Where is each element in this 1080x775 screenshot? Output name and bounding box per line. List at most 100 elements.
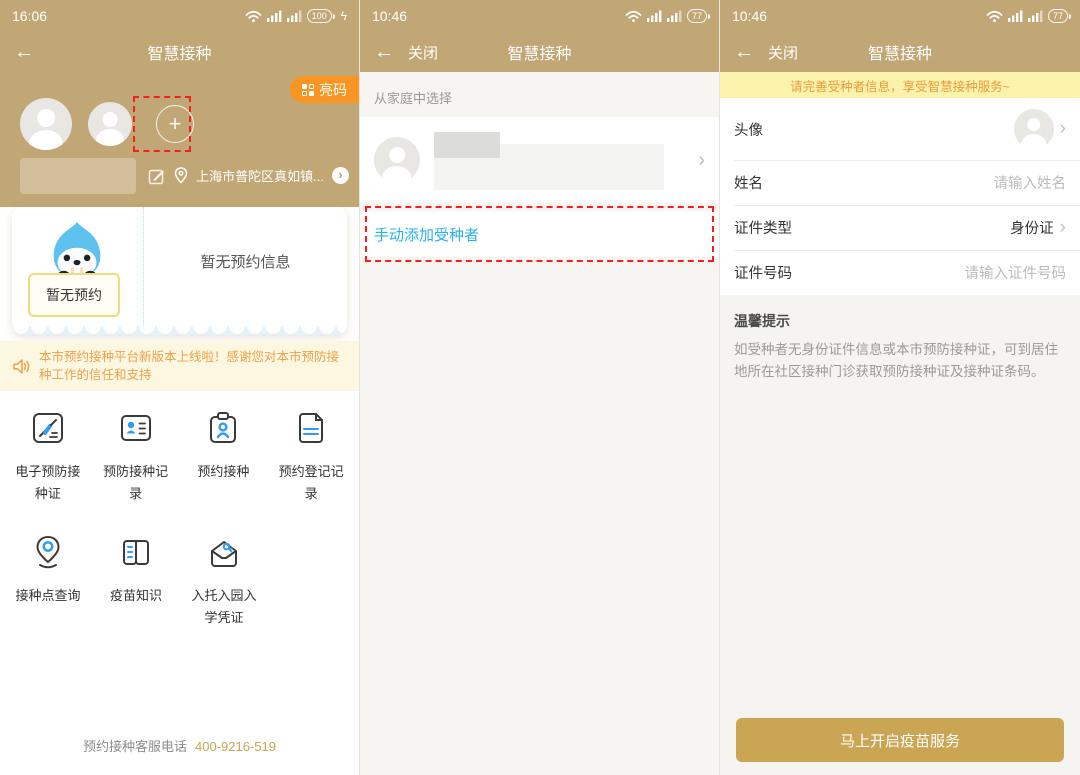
menu-label: 预约登记记录	[277, 461, 345, 505]
no-appointment-sign: 暂无预约	[28, 273, 120, 317]
chevron-right-icon: ›	[1060, 118, 1066, 140]
status-bar: 10:46 77	[360, 0, 719, 32]
location-chevron-icon[interactable]: ›	[332, 167, 349, 184]
screen-select-member: 10:46 77 智慧接种 ← 关闭 从家庭中选择 › 手动添加受种者	[360, 0, 720, 775]
battery-percent: 77	[692, 11, 702, 21]
menu-label: 接种点查询	[14, 585, 82, 607]
avatar-label: 头像	[734, 119, 763, 140]
form-row-id-type[interactable]: 证件类型 身份证 ›	[720, 205, 1080, 250]
menu-item-booking-records[interactable]: 预约登记记录	[267, 407, 355, 505]
chevron-right-icon: ›	[1060, 217, 1066, 239]
wifi-icon	[245, 10, 262, 23]
menu-label: 预约接种	[189, 461, 257, 483]
recipient-form: 头像 › 姓名 请输入姓名 证件类型 身份证 › 证件号码 请输入证件号码	[720, 98, 1080, 295]
redacted-username	[20, 158, 136, 194]
battery-icon: 77	[687, 9, 707, 23]
home-header: 亮码 + 上海市普陀区真如镇... ›	[0, 72, 359, 207]
highlight-box-add-member	[133, 96, 191, 152]
start-vaccine-service-button[interactable]: 马上开启疫苗服务	[736, 718, 1064, 762]
menu-item-vaccine-knowledge[interactable]: 疫苗知识	[92, 531, 180, 629]
speaker-icon	[12, 358, 31, 375]
edit-icon[interactable]	[148, 167, 166, 185]
no-appointment-message: 暂无预约信息	[144, 207, 347, 325]
signal-icon-2	[1028, 10, 1043, 22]
notice-bar: 请完善受种者信息，享受智慧接种服务~	[720, 72, 1080, 98]
manual-add-row[interactable]: 手动添加受种者	[360, 211, 719, 257]
announcement-bar[interactable]: 本市预约接种平台新版本上线啦！感谢您对本市预防接种工作的信任和支持	[0, 341, 359, 391]
signal-icon	[647, 10, 662, 22]
map-pin-icon	[27, 531, 69, 573]
location-pin-icon	[174, 167, 188, 184]
signal-icon-2	[667, 10, 682, 22]
clock: 16:06	[12, 8, 47, 24]
charging-icon: ϟ	[341, 9, 347, 23]
menu-label: 疫苗知识	[102, 585, 170, 607]
nav-bar: 智慧接种 ←	[0, 32, 359, 72]
menu-item-school-entry-cert[interactable]: 入托入园入学凭证	[180, 531, 268, 629]
battery-percent: 100	[312, 11, 327, 21]
form-row-name[interactable]: 姓名 请输入姓名	[720, 160, 1080, 205]
app: 16:06 100 ϟ 智慧接种 ← 亮码 +	[0, 0, 1080, 775]
signal-icon	[267, 10, 282, 22]
id-type-label: 证件类型	[734, 217, 792, 238]
wifi-icon	[625, 10, 642, 23]
wifi-icon	[986, 10, 1003, 23]
avatar-secondary[interactable]	[88, 102, 132, 146]
page-title: 智慧接种	[0, 40, 359, 64]
avatar-primary[interactable]	[20, 98, 72, 150]
announcement-text: 本市预约接种平台新版本上线啦！感谢您对本市预防接种工作的信任和支持	[39, 348, 347, 384]
form-row-avatar[interactable]: 头像 ›	[720, 98, 1080, 160]
syringe-card-icon	[27, 407, 69, 449]
menu-label: 电子预防接种证	[14, 461, 82, 505]
battery-icon: 100	[307, 9, 332, 23]
menu-item-site-search[interactable]: 接种点查询	[4, 531, 92, 629]
appointment-card: 暂无预约 暂无预约信息	[12, 207, 347, 335]
member-avatar	[374, 137, 420, 183]
status-bar: 10:46 77	[720, 0, 1080, 32]
page-title: 智慧接种	[720, 40, 1080, 64]
id-number-input[interactable]: 请输入证件号码	[965, 262, 1067, 283]
qr-code-icon	[302, 84, 314, 96]
mascot-panel: 暂无预约	[12, 207, 144, 325]
redacted-member-info	[434, 130, 698, 190]
service-phone-number[interactable]: 400-9216-519	[195, 739, 276, 754]
show-code-label: 亮码	[319, 80, 347, 100]
show-code-badge[interactable]: 亮码	[290, 76, 359, 103]
id-number-label: 证件号码	[734, 262, 792, 283]
nav-bar: 智慧接种 ← 关闭	[720, 32, 1080, 72]
tips-title: 温馨提示	[734, 311, 1066, 331]
screen-add-recipient: 10:46 77 智慧接种 ← 关闭 请完善受种者信息，享受智慧接种服务~ 头像…	[720, 0, 1080, 775]
clock: 10:46	[732, 8, 767, 24]
envelope-key-icon	[203, 531, 245, 573]
highlight-box-manual-add	[365, 206, 714, 262]
document-lines-icon	[290, 407, 332, 449]
form-row-id-number[interactable]: 证件号码 请输入证件号码	[720, 250, 1080, 295]
menu-item-vaccine-records[interactable]: 预防接种记录	[92, 407, 180, 505]
menu-label: 预防接种记录	[102, 461, 170, 505]
menu-item-evaccine-cert[interactable]: 电子预防接种证	[4, 407, 92, 505]
service-phone-label: 预约接种客服电话	[83, 739, 187, 754]
location-text[interactable]: 上海市普陀区真如镇...	[196, 166, 324, 185]
tips-section: 温馨提示 如受种者无身份证件信息或本市预防接种证，可到居住地所在社区接种门诊获取…	[720, 295, 1080, 400]
nav-bar: 智慧接种 ← 关闭	[360, 32, 719, 72]
open-book-icon	[115, 531, 157, 573]
page-title: 智慧接种	[360, 40, 719, 64]
status-bar: 16:06 100 ϟ	[0, 0, 359, 32]
signal-icon-2	[287, 10, 302, 22]
recipient-avatar	[1014, 109, 1054, 149]
signal-icon	[1008, 10, 1023, 22]
battery-percent: 77	[1053, 11, 1063, 21]
name-label: 姓名	[734, 172, 763, 193]
name-input[interactable]: 请输入姓名	[994, 172, 1067, 193]
menu-item-book-vaccination[interactable]: 预约接种	[180, 407, 268, 505]
clock: 10:46	[372, 8, 407, 24]
wave-decoration	[12, 326, 347, 335]
tips-body: 如受种者无身份证件信息或本市预防接种证，可到居住地所在社区接种门诊获取预防接种证…	[734, 339, 1066, 384]
service-phone-footer: 预约接种客服电话 400-9216-519	[0, 736, 359, 755]
id-type-value: 身份证	[1010, 217, 1054, 238]
screen-home: 16:06 100 ϟ 智慧接种 ← 亮码 +	[0, 0, 360, 775]
chevron-right-icon: ›	[698, 149, 705, 172]
section-label: 从家庭中选择	[360, 72, 719, 117]
family-member-row[interactable]: ›	[360, 117, 719, 203]
home-main: 电子预防接种证 预防接种记录 预约接种 预约登记记录 接种点	[0, 391, 359, 775]
